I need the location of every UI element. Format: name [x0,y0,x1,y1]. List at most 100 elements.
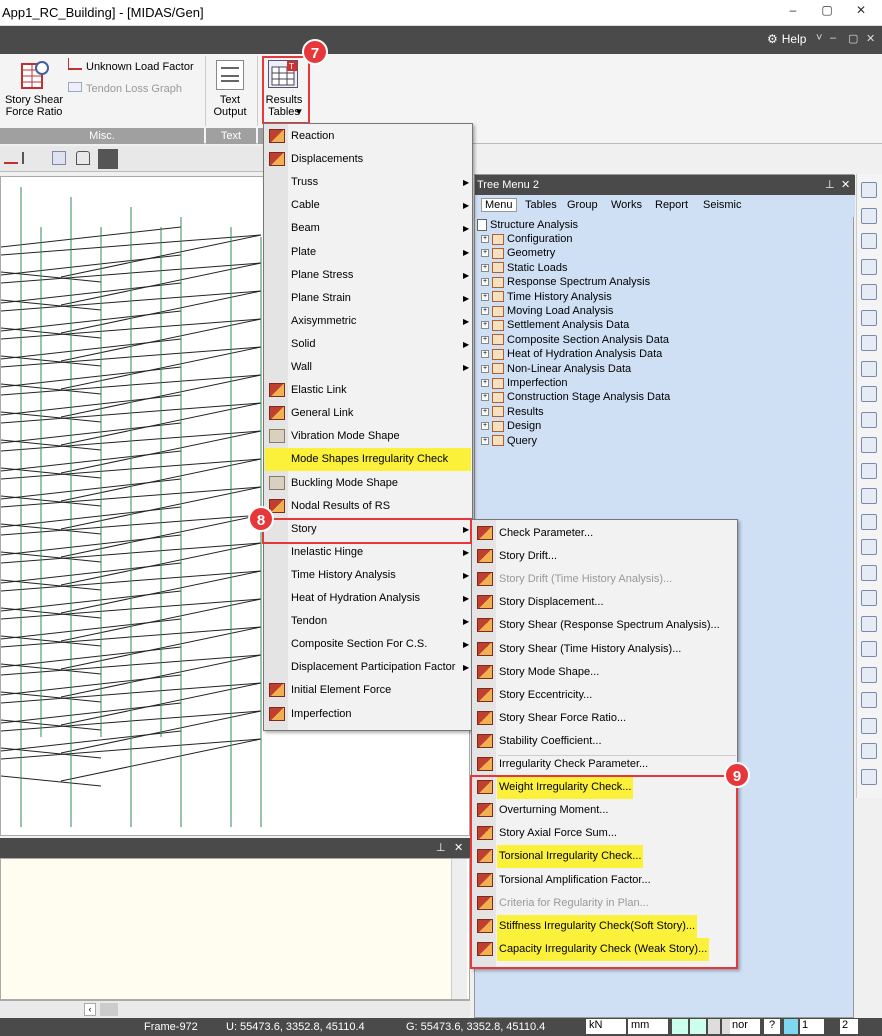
story-shear-label[interactable]: Story Shear Force Ratio [2,94,66,118]
submenu-item-story-drift-time-history-analysis[interactable]: Story Drift (Time History Analysis)... [473,568,737,591]
menu-item-truss[interactable]: Truss ▶ [265,171,471,194]
close-button[interactable]: ✕ [850,3,872,21]
minimize-button[interactable]: – [782,3,804,21]
expand-icon[interactable]: + [481,335,489,344]
menu-item-mode-shapes-irregularity-check[interactable]: Mode Shapes Irregularity Check [265,448,471,472]
submenu-item-stability-coefficient[interactable]: Stability Coefficient... [473,730,737,753]
menu-item-cable[interactable]: Cable ▶ [265,194,471,217]
grid-icon[interactable] [690,1019,706,1034]
cut-icon[interactable] [861,335,877,351]
tree-root[interactable]: Structure Analysis [477,219,578,233]
tree-node[interactable]: + Query [481,435,537,449]
menu-item-inelastic-hinge[interactable]: Inelastic Hinge ▶ [265,541,471,564]
tree-tab-group[interactable]: Group [567,199,598,211]
menu-item-reaction[interactable]: Reaction [265,125,471,148]
tree-node[interactable]: + Geometry [481,247,555,261]
tree-tab-tables[interactable]: Tables [525,199,557,211]
view-back-icon[interactable] [861,590,877,606]
expand-icon[interactable]: + [481,235,489,244]
menu-item-plane-strain[interactable]: Plane Strain ▶ [265,287,471,310]
tree-node[interactable]: + Static Loads [481,262,568,276]
tree-node[interactable]: + Construction Stage Analysis Data [481,391,670,405]
element-tool-icon[interactable] [22,152,36,164]
scroll-thumb[interactable] [100,1003,118,1016]
zoom-in-icon[interactable] [861,411,877,428]
menu-item-buckling-mode-shape[interactable]: Buckling Mode Shape [265,472,471,495]
menu-item-imperfection[interactable]: Imperfection [265,703,471,726]
submenu-item-story-displacement[interactable]: Story Displacement... [473,591,737,614]
help-caret[interactable]: ˅ [816,32,822,44]
expand-icon[interactable]: + [481,364,489,373]
expand-icon[interactable]: + [481,436,489,445]
query-icon[interactable] [861,488,877,504]
tree-node[interactable]: + Imperfection [481,377,568,391]
expand-icon[interactable]: + [481,379,489,388]
iso-icon-4[interactable] [861,692,877,708]
tree-tab-seismic[interactable]: Seismic [703,199,742,211]
unlock-icon[interactable] [98,149,118,169]
help-menu[interactable]: ⚙ Help [763,32,806,46]
menu-item-displacement-participation-factor[interactable]: Displacement Participation Factor ▶ [265,656,471,679]
text-output-label[interactable]: Text Output [206,94,254,118]
doc-restore-button[interactable]: ▢ [848,32,858,45]
scroll-left-icon[interactable]: ‹ [84,1003,96,1016]
doc-minimize-button[interactable]: – [830,32,836,44]
menu-item-wall[interactable]: Wall ▶ [265,356,471,379]
submenu-item-irregularity-check-parameter[interactable]: Irregularity Check Parameter... [473,753,737,776]
output-horizontal-scrollbar[interactable]: ‹ [0,1000,470,1018]
menu-item-nodal-results-of-rs[interactable]: Nodal Results of RS [265,495,471,518]
zoom-out-icon[interactable] [861,437,877,453]
page-spinner[interactable]: 1 [800,1019,824,1034]
copy-icon[interactable] [861,768,877,785]
menu-item-solid[interactable]: Solid ▶ [265,333,471,356]
tree-pin-button[interactable]: ⊥ [825,178,835,191]
node-tool-icon[interactable] [4,152,18,164]
menu-item-plate[interactable]: Plate ▶ [265,241,471,264]
tendon-loss-graph-button[interactable]: Tendon Loss Graph [68,82,182,98]
tree-node[interactable]: + Design [481,420,541,434]
tree-node[interactable]: + Moving Load Analysis [481,305,613,319]
tree-node[interactable]: + Configuration [481,233,572,247]
grid-icon[interactable] [861,207,877,224]
tree-node[interactable]: + Composite Section Analysis Data [481,334,669,348]
edit-icon[interactable] [861,284,877,300]
expand-icon[interactable]: + [481,263,489,272]
page-spinner-2[interactable]: 2 [840,1019,858,1034]
tree-tab-works[interactable]: Works [611,199,642,211]
measure-icon[interactable] [861,309,877,326]
restore-button[interactable]: ▢ [816,3,838,21]
tree-node[interactable]: + Response Spectrum Analysis [481,276,650,290]
submenu-item-story-mode-shape[interactable]: Story Mode Shape... [473,661,737,684]
expand-icon[interactable]: + [481,350,489,359]
menu-item-time-history-analysis[interactable]: Time History Analysis ▶ [265,564,471,587]
submenu-item-story-eccentricity[interactable]: Story Eccentricity... [473,684,737,707]
dots-icon[interactable] [861,233,877,249]
output-pin-button[interactable]: ⊥ [436,841,446,854]
menu-item-vibration-mode-shape[interactable]: Vibration Mode Shape [265,425,471,448]
submenu-item-check-parameter[interactable]: Check Parameter... [473,522,737,545]
expand-icon[interactable]: + [481,407,489,416]
expand-icon[interactable]: + [481,321,489,330]
menu-item-axisymmetric[interactable]: Axisymmetric ▶ [265,310,471,333]
expand-icon[interactable]: + [481,292,489,301]
menu-item-beam[interactable]: Beam ▶ [265,217,471,240]
axis-icon[interactable] [861,717,877,734]
output-panel[interactable] [0,858,470,1000]
exit-icon[interactable] [861,743,877,759]
expand-icon[interactable]: + [481,422,489,431]
zoom-window-icon[interactable] [861,360,877,377]
color-swatch[interactable] [784,1019,798,1034]
doc-close-button[interactable]: ✕ [866,32,875,45]
pan-icon[interactable] [861,513,877,530]
expand-icon[interactable]: + [481,278,489,287]
menu-item-tendon[interactable]: Tendon ▶ [265,610,471,633]
menu-item-initial-element-force[interactable]: Initial Element Force [265,679,471,702]
menu-item-elastic-link[interactable]: Elastic Link [265,379,471,402]
expand-icon[interactable]: + [481,393,489,402]
submenu-item-story-shear-response-spectrum-analysis[interactable]: Story Shear (Response Spectrum Analysis)… [473,614,737,637]
menu-item-general-link[interactable]: General Link [265,402,471,425]
grid-view-icon[interactable] [861,182,877,198]
menu-item-composite-section-for-c-s-[interactable]: Composite Section For C.S. ▶ [265,633,471,656]
help-query-icon[interactable]: ? [764,1019,780,1034]
force-unit-select[interactable]: kN [586,1019,626,1034]
